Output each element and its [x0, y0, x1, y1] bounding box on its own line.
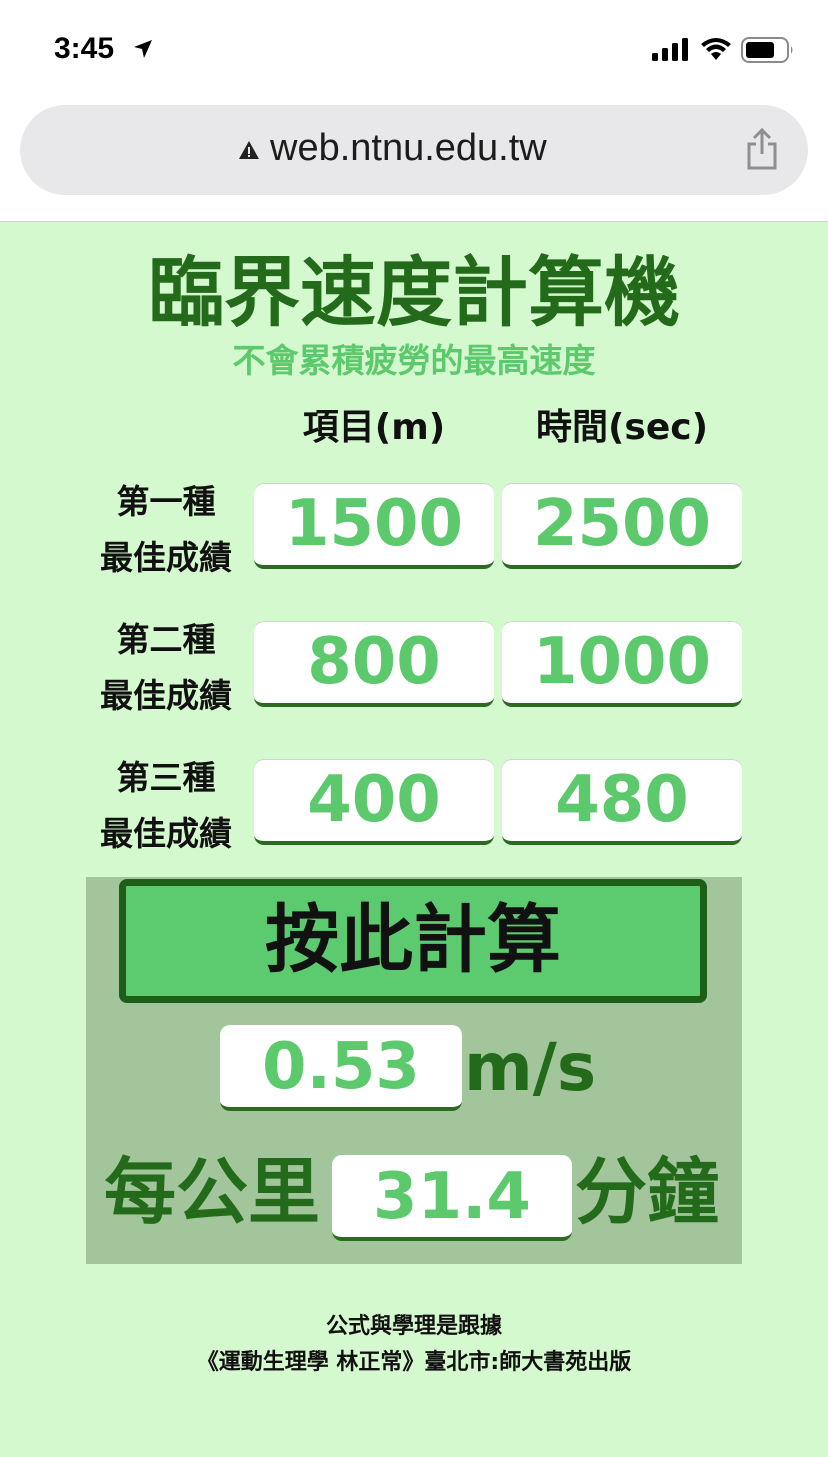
row-3-label-line1: 第三種	[116, 758, 216, 797]
url-text: web.ntnu.edu.tw	[270, 127, 547, 169]
row-2-label-line1: 第二種	[116, 620, 216, 659]
row-1-label-line2: 最佳成績	[100, 538, 232, 577]
status-time: 3:45	[54, 32, 115, 65]
page-subtitle: 不會累積疲勞的最高速度	[232, 341, 596, 380]
location-arrow-icon	[134, 40, 152, 58]
time-column-header: 時間(sec)	[535, 407, 709, 448]
row-2-label-line2: 最佳成績	[100, 676, 232, 715]
minutes-label: 分鐘	[575, 1150, 720, 1234]
distance-input-2[interactable]: 800	[254, 621, 494, 707]
row-1-label-line1: 第一種	[116, 482, 216, 521]
cellular-signal-icon	[652, 38, 688, 61]
calculate-button[interactable]: 按此計算	[119, 879, 707, 1003]
battery-icon	[741, 37, 793, 63]
distance-input-3[interactable]: 400	[254, 759, 494, 845]
row-3-label-line2: 最佳成績	[100, 814, 232, 853]
address-bar[interactable]: web.ntnu.edu.tw	[20, 105, 808, 195]
speed-result-field: 0.53	[220, 1025, 462, 1111]
calculation-panel: 按此計算 0.53 m/s 每公里 31.4 分鐘	[86, 877, 742, 1264]
distance-column-header: 項目(m)	[302, 407, 446, 448]
per-km-label: 每公里	[104, 1150, 321, 1234]
time-input-1[interactable]: 2500	[502, 483, 742, 569]
time-input-3[interactable]: 480	[502, 759, 742, 845]
footer-source-line1: 公式與學理是跟據	[325, 1314, 502, 1339]
share-icon[interactable]	[746, 128, 778, 170]
browser-chrome: 3:45 web.ntnu.edu.tw	[0, 0, 828, 222]
page-title: 臨界速度計算機	[148, 248, 680, 337]
footer-source-line2: 《運動生理學 林正常》臺北市:師大書苑出版	[196, 1350, 632, 1375]
warning-icon	[239, 141, 259, 159]
pace-result-field: 31.4	[332, 1155, 572, 1241]
wifi-icon	[701, 38, 731, 60]
distance-input-1[interactable]: 1500	[254, 483, 494, 569]
time-input-2[interactable]: 1000	[502, 621, 742, 707]
speed-unit-label: m/s	[464, 1029, 597, 1106]
